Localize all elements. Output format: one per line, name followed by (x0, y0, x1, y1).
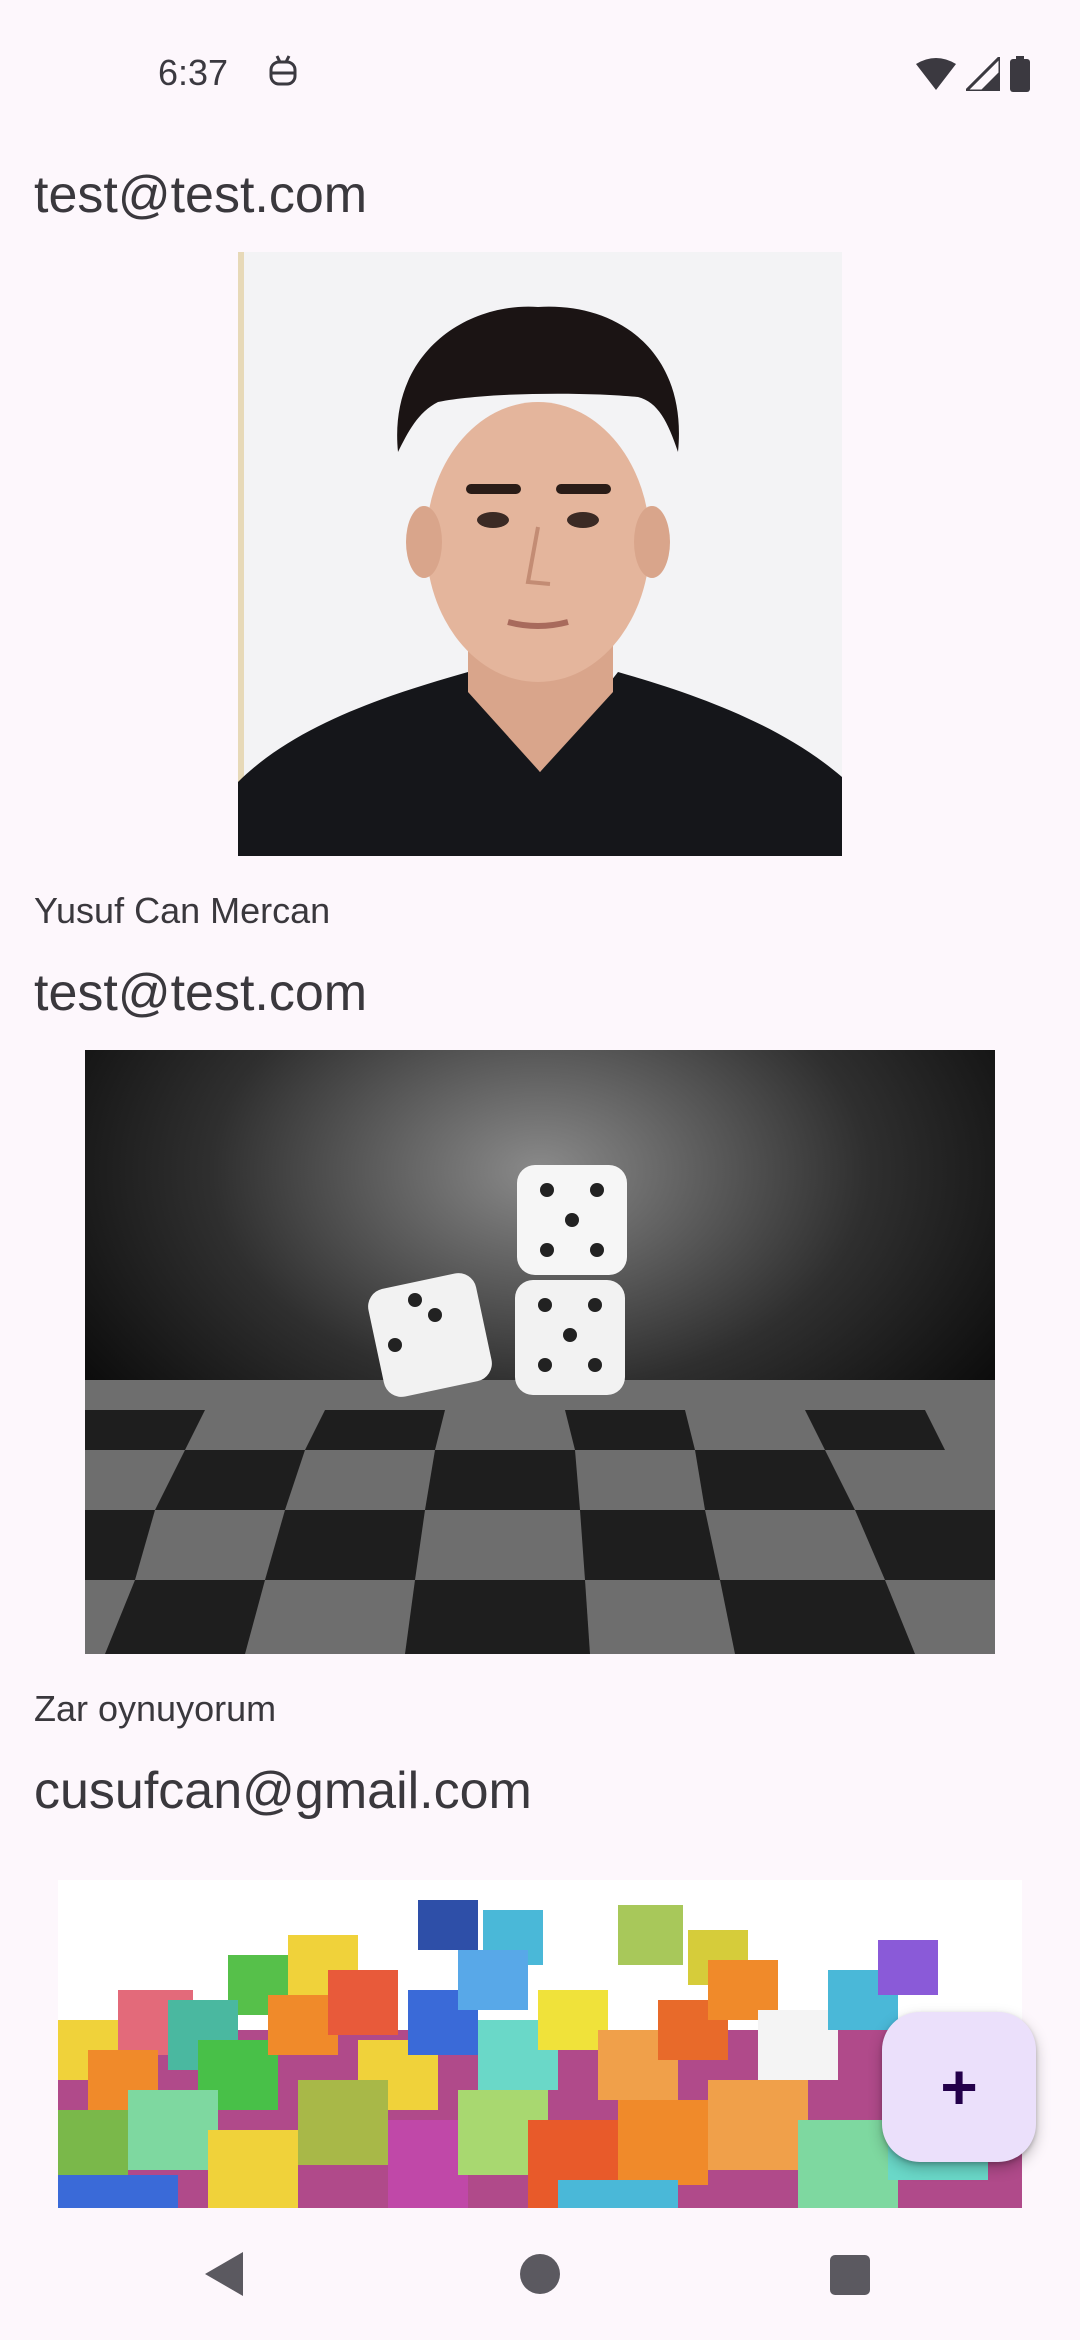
post-email: cusufcan@gmail.com (34, 1762, 532, 1820)
home-circle-icon[interactable] (520, 2254, 560, 2294)
plus-icon: + (940, 2051, 978, 2123)
cell-signal-icon (966, 57, 1000, 91)
post-email: test@test.com (34, 964, 368, 1022)
post-caption: Yusuf Can Mercan (34, 890, 331, 931)
post-email: test@test.com (34, 166, 368, 224)
back-triangle-icon[interactable] (205, 2252, 243, 2296)
status-icons (916, 56, 1030, 92)
wifi-icon (916, 58, 956, 90)
status-time: 6:37 (158, 52, 229, 93)
post-feed[interactable]: test@test.com Yusuf Can Mercan test@test… (0, 0, 1080, 2208)
add-post-button[interactable]: + (882, 2012, 1036, 2162)
post-caption: Zar oynuyorum (34, 1688, 277, 1729)
post-image-dice (85, 1050, 995, 1654)
android-debug-icon (268, 54, 298, 90)
recents-square-icon[interactable] (830, 2255, 870, 2295)
post-image-cubes (58, 1880, 1022, 2208)
battery-icon (1010, 56, 1030, 92)
post-image-portrait (238, 252, 842, 856)
status-bar: 6:37 (0, 0, 1080, 120)
